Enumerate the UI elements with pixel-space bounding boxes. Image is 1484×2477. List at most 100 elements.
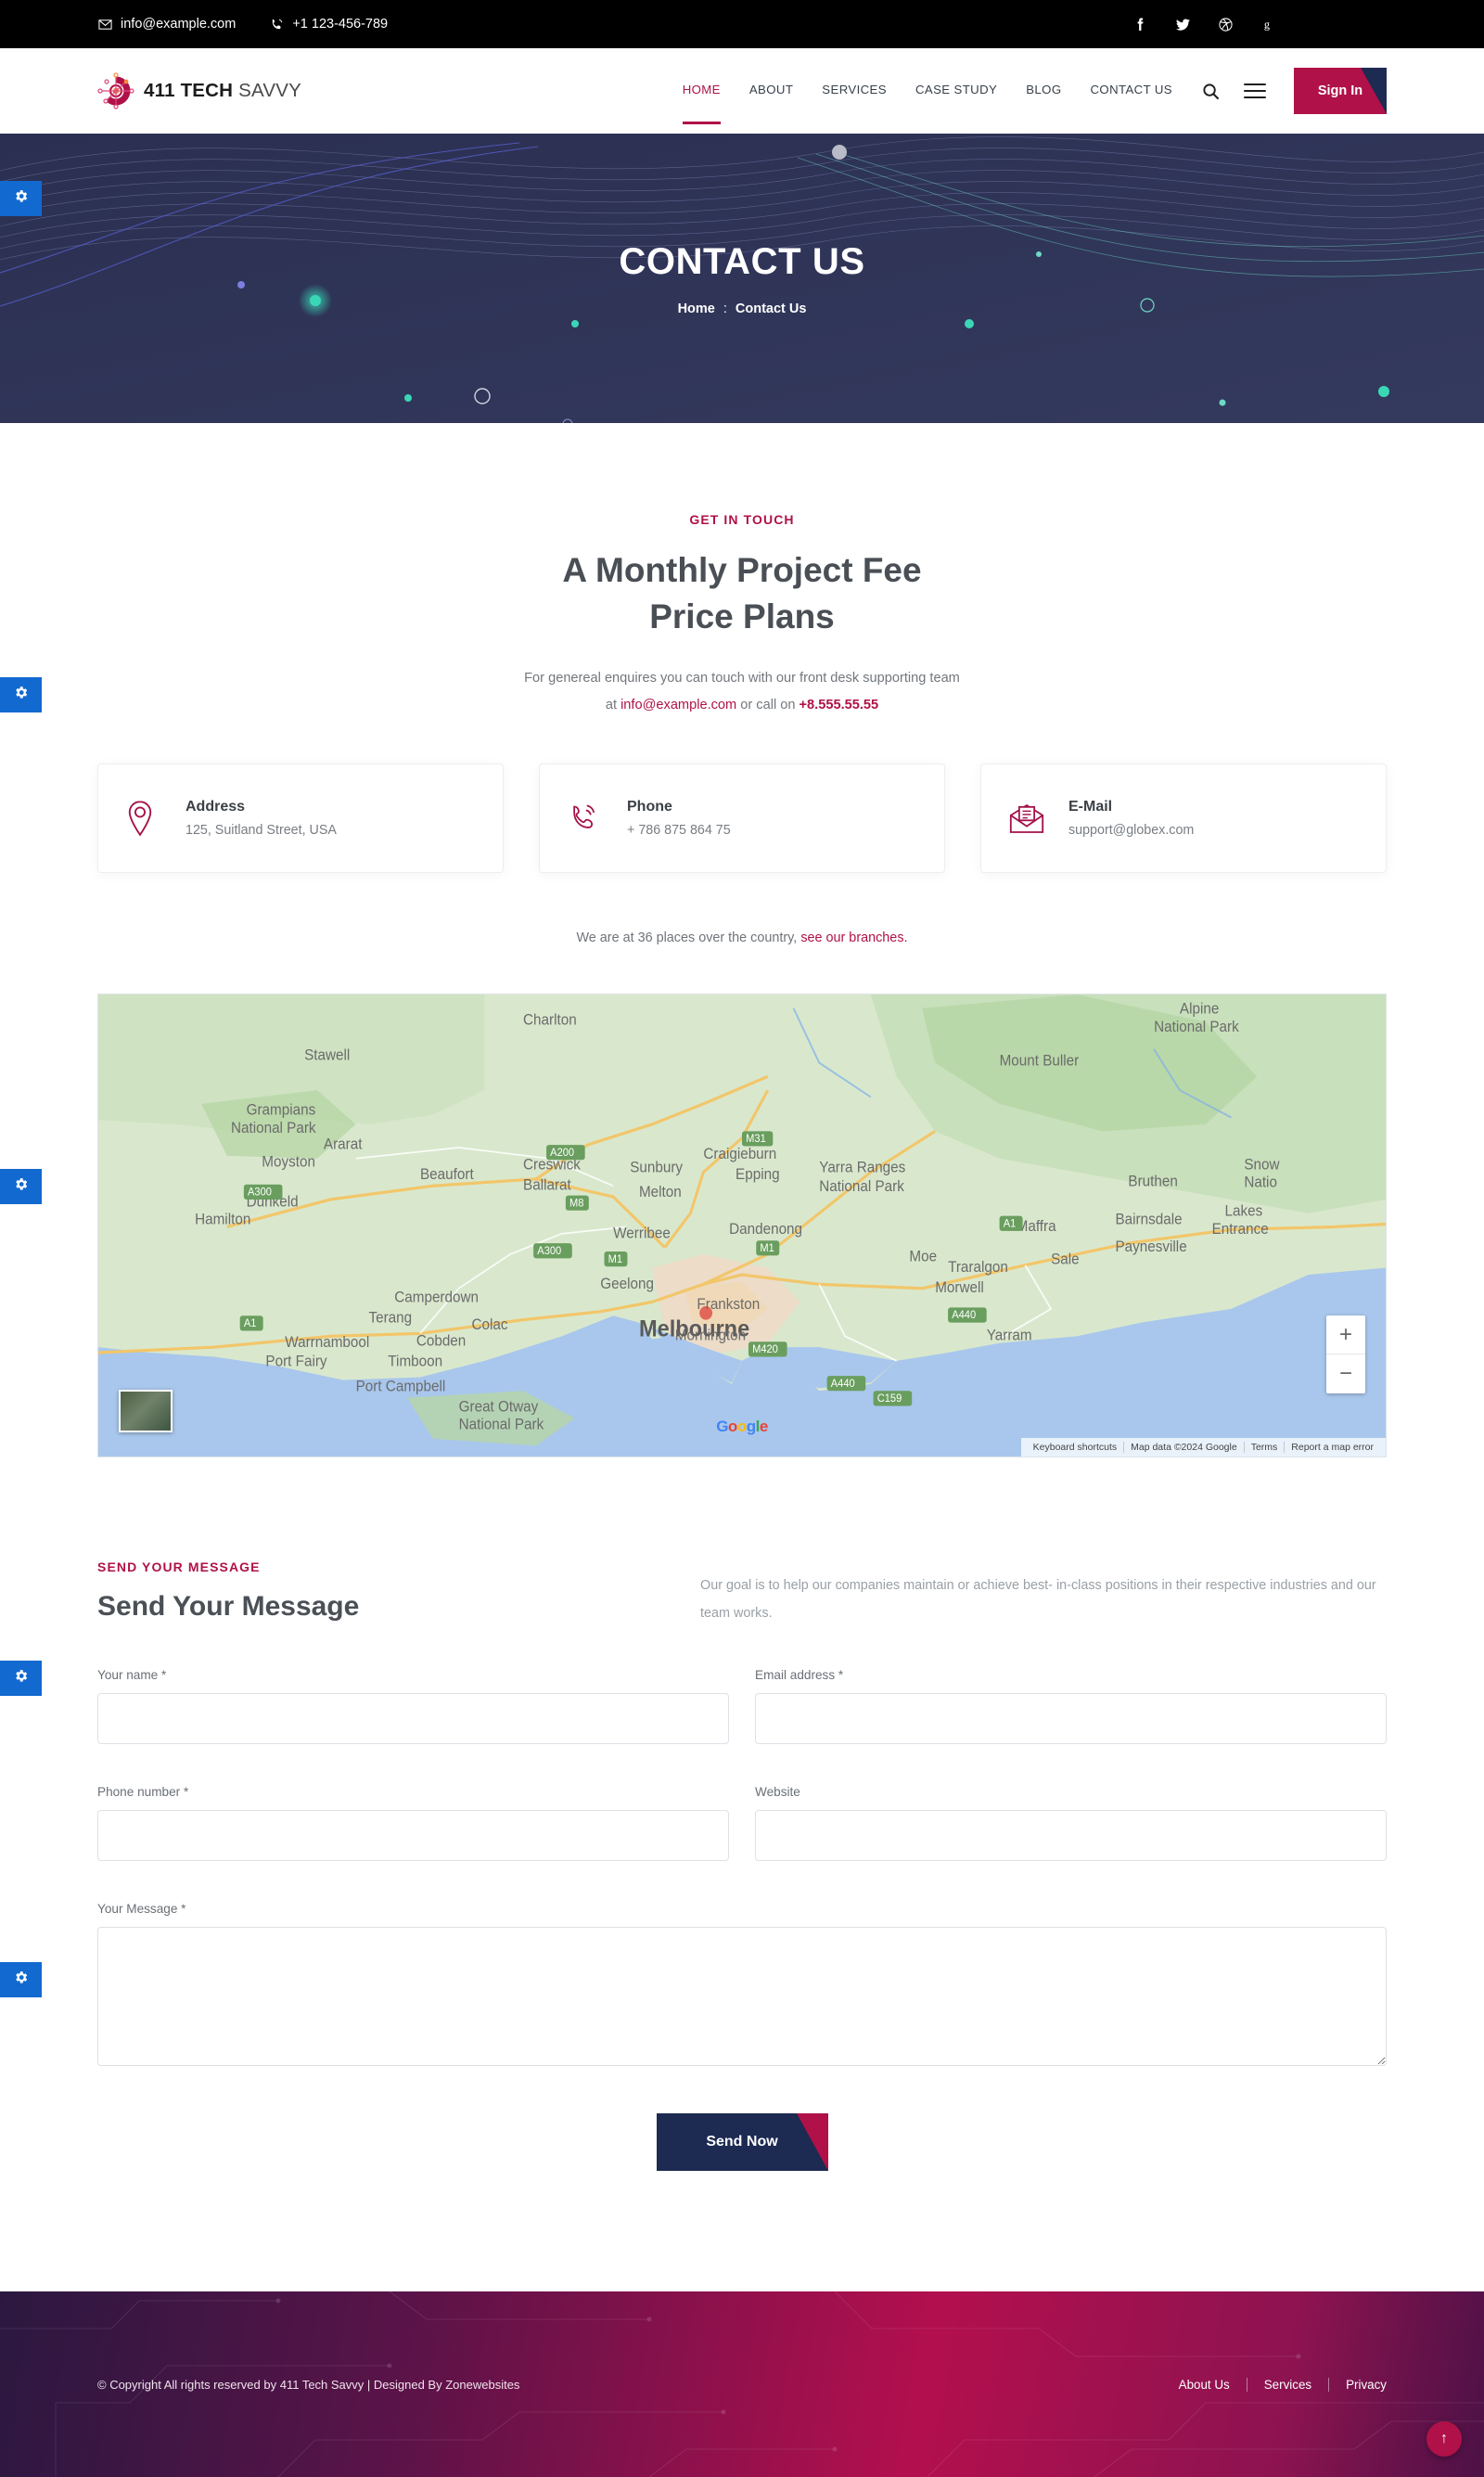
- map-label: Melton: [639, 1185, 682, 1200]
- google-map[interactable]: Melbourne Stawell Charlton Mount Buller Alpi…: [97, 994, 1387, 1457]
- contact-card-address[interactable]: Address 125, Suitland Street, USA: [97, 764, 504, 873]
- map-label: National Park: [1154, 1019, 1239, 1034]
- footer-link-services[interactable]: Services: [1247, 2377, 1330, 2392]
- map-label: Geelong: [600, 1276, 654, 1291]
- search-icon[interactable]: [1202, 83, 1220, 100]
- map-label: Natio: [1244, 1174, 1277, 1190]
- map-label: National Park: [459, 1417, 544, 1432]
- nav-item-home[interactable]: HOME: [682, 83, 722, 124]
- map-label: Bruthen: [1128, 1174, 1177, 1189]
- send-now-button[interactable]: Send Now: [656, 2113, 828, 2172]
- map-label: Port Campbell: [356, 1379, 446, 1394]
- map-road-shield: A300: [243, 1184, 283, 1200]
- map-label: Traralgon: [948, 1260, 1008, 1276]
- map-label: Craigieburn: [703, 1146, 776, 1161]
- svg-text:C159: C159: [877, 1393, 902, 1405]
- map-road-shield: A1: [239, 1316, 263, 1331]
- field-label: Website: [755, 1785, 800, 1800]
- map-section: Melbourne Stawell Charlton Mount Buller Alpi…: [97, 994, 1387, 1457]
- settings-tab-4[interactable]: [0, 1661, 42, 1696]
- logo-mark-icon: [97, 72, 134, 109]
- map-label: Ballarat: [523, 1177, 571, 1193]
- map-road-shield: A200: [546, 1145, 585, 1161]
- phone-number-input[interactable]: [97, 1810, 729, 1862]
- settings-tab-1[interactable]: [0, 181, 42, 216]
- svg-text:A440: A440: [831, 1379, 855, 1390]
- map-road-shield: M420: [748, 1341, 787, 1357]
- top-bar: info@example.com +1 123-456-789 g: [0, 0, 1484, 48]
- svg-text:A300: A300: [537, 1246, 561, 1257]
- nav-item-about[interactable]: ABOUT: [749, 83, 793, 100]
- contact-form-section: SEND YOUR MESSAGE Send Your Message Our …: [97, 1457, 1387, 2291]
- field-your-message: Your Message *: [97, 1902, 1387, 2071]
- send-now-label: Send Now: [706, 2134, 778, 2150]
- svg-text:A1: A1: [1004, 1218, 1017, 1229]
- footer-link-about-us[interactable]: About Us: [1162, 2377, 1247, 2392]
- map-label: Epping: [736, 1167, 780, 1183]
- site-logo[interactable]: 411 TECH SAVVY: [97, 72, 301, 109]
- topbar-email-text: info@example.com: [121, 17, 237, 32]
- nav-item-case-study[interactable]: CASE STUDY: [915, 83, 997, 100]
- map-label: Sale: [1051, 1251, 1080, 1267]
- map-label: Paynesville: [1116, 1239, 1187, 1255]
- section-subtext: For genereal enquires you can touch with…: [97, 665, 1387, 719]
- field-your-name: Your name *: [97, 1668, 729, 1745]
- form-heading: Send Your Message: [97, 1591, 360, 1622]
- settings-tab-2[interactable]: [0, 677, 42, 712]
- form-eyebrow: SEND YOUR MESSAGE: [97, 1559, 261, 1574]
- footer-copyright: © Copyright All rights reserved by 411 T…: [97, 2377, 520, 2392]
- topbar-phone[interactable]: +1 123-456-789: [269, 17, 388, 32]
- logo-text: 411 TECH SAVVY: [144, 80, 301, 102]
- contact-cards: Address 125, Suitland Street, USA Phone …: [97, 764, 1387, 873]
- google-plus-icon[interactable]: g: [1260, 17, 1275, 32]
- settings-tab-3[interactable]: [0, 1169, 42, 1204]
- subtext-email-link[interactable]: info@example.com: [620, 698, 736, 712]
- nav-item-blog[interactable]: BLOG: [1026, 83, 1061, 100]
- breadcrumb-home[interactable]: Home: [678, 302, 715, 316]
- website-input[interactable]: [755, 1810, 1387, 1862]
- map-zoom-out-button[interactable]: −: [1326, 1354, 1365, 1393]
- scroll-to-top-button[interactable]: ↑: [1426, 2421, 1462, 2458]
- branches-link[interactable]: see our branches.: [800, 930, 907, 945]
- map-label: Grampians: [247, 1102, 316, 1118]
- map-label: Moyston: [262, 1154, 315, 1170]
- your-name-input[interactable]: [97, 1693, 729, 1745]
- header-tools: [1202, 83, 1266, 100]
- map-label: Alpine: [1180, 1001, 1220, 1017]
- map-label: Stawell: [304, 1047, 350, 1063]
- heading-line-1: A Monthly Project Fee: [562, 551, 922, 589]
- topbar-social-links: g: [1132, 17, 1387, 32]
- your-message-textarea[interactable]: [97, 1927, 1387, 2067]
- map-terms-link[interactable]: Terms: [1245, 1442, 1286, 1453]
- settings-tab-5[interactable]: [0, 1962, 42, 1997]
- map-label: Beaufort: [420, 1167, 474, 1183]
- map-label: Yarram: [987, 1328, 1032, 1343]
- hamburger-icon[interactable]: [1244, 83, 1266, 98]
- nav-item-services[interactable]: SERVICES: [822, 83, 887, 100]
- map-satellite-thumbnail[interactable]: [119, 1390, 173, 1432]
- map-report-error-link[interactable]: Report a map error: [1285, 1442, 1380, 1453]
- map-keyboard-shortcuts[interactable]: Keyboard shortcuts: [1027, 1442, 1125, 1453]
- form-row-1: Your name * Email address *: [97, 1668, 1387, 1745]
- dribbble-icon[interactable]: [1218, 17, 1233, 32]
- map-zoom-in-button[interactable]: +: [1326, 1316, 1365, 1354]
- topbar-email[interactable]: info@example.com: [97, 17, 236, 32]
- facebook-icon[interactable]: [1132, 17, 1147, 32]
- contact-card-phone[interactable]: Phone + 786 875 864 75: [539, 764, 945, 873]
- nav-item-contact-us[interactable]: CONTACT US: [1090, 83, 1172, 100]
- phone-ring-icon: [568, 802, 607, 834]
- map-data-credit: Map data ©2024 Google: [1124, 1442, 1245, 1453]
- gear-icon: [13, 1668, 29, 1688]
- map-label: Mornington: [675, 1328, 746, 1343]
- twitter-icon[interactable]: [1175, 17, 1190, 32]
- google-logo: Google: [716, 1418, 768, 1435]
- field-label: Your name *: [97, 1668, 167, 1683]
- contact-card-email[interactable]: E-Mail support@globex.com: [980, 764, 1387, 873]
- map-label: Charlton: [523, 1012, 577, 1028]
- map-label: Snow: [1244, 1157, 1280, 1173]
- email-address-input[interactable]: [755, 1693, 1387, 1745]
- map-label: Entrance: [1212, 1221, 1269, 1237]
- footer-link-privacy[interactable]: Privacy: [1329, 2378, 1387, 2392]
- sign-in-button[interactable]: Sign In: [1294, 68, 1387, 114]
- map-road-shield: A440: [948, 1307, 987, 1323]
